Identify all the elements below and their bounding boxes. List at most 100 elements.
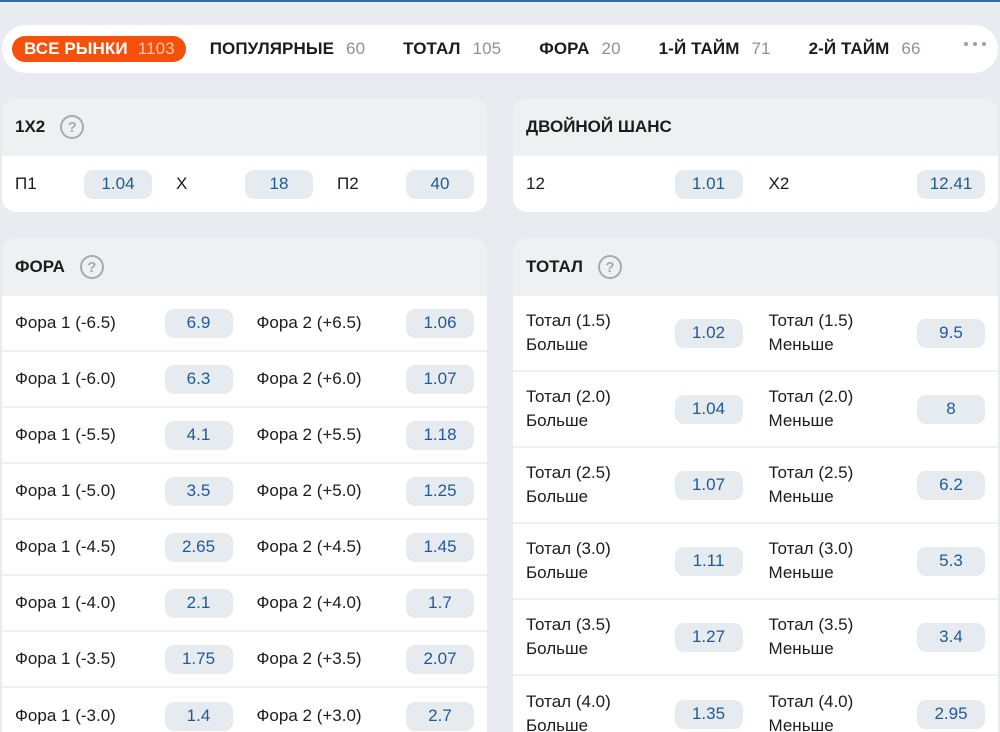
tab-count: 1103 xyxy=(137,39,175,58)
outcome-cell: Тотал (1.5) Больше 1.02 xyxy=(513,296,756,370)
odd-button[interactable]: 4.1 xyxy=(164,420,233,450)
odd-button[interactable]: 1.11 xyxy=(674,546,743,576)
outcome-label: Фора 1 (-5.5) xyxy=(15,425,116,444)
help-icon[interactable]: ? xyxy=(60,115,85,139)
outcome-label: Тотал (1.5) Меньше xyxy=(769,309,854,357)
handicap-rows: Фора 1 (-6.5) 6.9 Фора 2 (+6.5) 1.06 Фора 1 … xyxy=(2,296,487,732)
outcome-label: П1 xyxy=(15,174,37,193)
outcome-label: Фора 2 (+5.0) xyxy=(256,481,362,500)
tab-label: ВСЕ РЫНКИ xyxy=(24,39,128,58)
outcome-line: Тотал (2.5) xyxy=(526,463,611,482)
odd-button[interactable]: 1.45 xyxy=(406,532,474,562)
outcome-label: Фора 2 (+5.5) xyxy=(256,425,362,444)
tab-second-half[interactable]: 2-Й ТАЙМ 66 xyxy=(809,36,921,62)
table-row: Фора 1 (-4.5) 2.65 Фора 2 (+4.5) 1.45 xyxy=(2,520,487,576)
odd-button[interactable]: 5.3 xyxy=(917,546,985,576)
odd-button[interactable]: 6.2 xyxy=(917,470,985,500)
outcome-side: Меньше xyxy=(768,716,834,732)
odd-button[interactable]: 1.27 xyxy=(674,622,743,652)
outcome-cell: П1 1.04 xyxy=(2,156,163,212)
odd-button[interactable]: 1.07 xyxy=(674,470,743,500)
market-total: ТОТАЛ ? Тотал (1.5) Больше 1.02 Тотал (1.5)… xyxy=(513,238,998,732)
odd-button[interactable]: 2.7 xyxy=(406,701,474,731)
table-row: Тотал (1.5) Больше 1.02 Тотал (1.5) Меньше 9.… xyxy=(513,296,998,372)
outcome-cell: Фора 1 (-6.0) 6.3 xyxy=(2,352,246,406)
table-row: Фора 1 (-5.0) 3.5 Фора 2 (+5.0) 1.25 xyxy=(2,464,487,520)
outcome-cell: Фора 2 (+5.0) 1.25 xyxy=(246,464,488,518)
outcome-label: Фора 2 (+3.5) xyxy=(256,649,362,668)
outcome-line: Тотал (4.0) xyxy=(768,692,854,711)
table-row: Тотал (2.0) Больше 1.04 Тотал (2.0) Меньше 8 xyxy=(513,372,998,448)
outcome-label: Фора 1 (-5.0) xyxy=(15,481,116,500)
table-row: Тотал (2.5) Больше 1.07 Тотал (2.5) Меньше 6.… xyxy=(513,448,998,524)
help-icon[interactable]: ? xyxy=(79,255,104,279)
odd-button[interactable]: 1.07 xyxy=(406,364,474,394)
odd-button[interactable]: 2.1 xyxy=(164,588,233,618)
outcome-label: Тотал (4.0) Меньше xyxy=(769,690,854,732)
market-title: ДВОЙНОЙ ШАНС xyxy=(526,117,672,136)
outcome-cell: П2 40 xyxy=(326,156,487,212)
market-header: ТОТАЛ ? xyxy=(513,238,998,296)
outcome-cell: Тотал (3.0) Меньше 5.3 xyxy=(756,524,999,598)
tab-total[interactable]: ТОТАЛ 105 xyxy=(403,36,501,62)
outcome-label: Тотал (3.5) Больше xyxy=(526,613,611,661)
more-dots-icon[interactable] xyxy=(964,42,986,46)
odd-button[interactable]: 1.25 xyxy=(406,476,474,506)
odd-button[interactable]: 1.7 xyxy=(406,588,474,618)
outcome-cell: Фора 1 (-5.5) 4.1 xyxy=(2,408,246,462)
outcome-label: Фора 2 (+4.0) xyxy=(256,593,362,612)
odd-button[interactable]: 40 xyxy=(406,169,474,199)
odd-button[interactable]: 3.4 xyxy=(917,622,985,652)
odd-button[interactable]: 9.5 xyxy=(917,318,985,348)
tab-handicap[interactable]: ФОРА 20 xyxy=(539,36,620,62)
odd-button[interactable]: 18 xyxy=(245,169,313,199)
outcome-row: П1 1.04 X 18 П2 40 xyxy=(2,156,487,212)
outcome-label: Тотал (1.5) Больше xyxy=(526,309,611,357)
odd-button[interactable]: 6.9 xyxy=(164,308,233,338)
tab-count: 20 xyxy=(601,39,621,58)
tab-popular[interactable]: ПОПУЛЯРНЫЕ 60 xyxy=(210,36,365,62)
outcome-side: Больше xyxy=(526,411,589,430)
odd-button[interactable]: 1.06 xyxy=(406,308,474,338)
outcome-line: Тотал (2.5) xyxy=(768,463,854,482)
outcome-label: Фора 1 (-3.0) xyxy=(15,706,116,725)
outcome-line: Тотал (2.0) xyxy=(768,387,854,406)
outcome-cell: Фора 2 (+4.5) 1.45 xyxy=(246,520,488,574)
outcome-line: Тотал (3.0) xyxy=(768,539,854,558)
odd-button[interactable]: 1.01 xyxy=(674,169,743,199)
odd-button[interactable]: 1.04 xyxy=(84,169,152,199)
outcome-label: Тотал (3.0) Больше xyxy=(526,537,611,585)
odd-button[interactable]: 12.41 xyxy=(917,169,985,199)
outcome-label: Фора 2 (+6.0) xyxy=(256,369,362,388)
tab-all-markets[interactable]: ВСЕ РЫНКИ 1103 xyxy=(12,36,186,62)
odd-button[interactable]: 2.95 xyxy=(917,699,985,729)
outcome-label: 12 xyxy=(526,174,545,193)
outcome-cell: Фора 2 (+4.0) 1.7 xyxy=(246,576,488,630)
outcome-cell: Фора 1 (-3.0) 1.4 xyxy=(2,688,246,732)
odd-button[interactable]: 1.18 xyxy=(406,420,474,450)
table-row: Тотал (3.5) Больше 1.27 Тотал (3.5) Меньше 3.… xyxy=(513,600,998,676)
odd-button[interactable]: 1.02 xyxy=(674,318,743,348)
outcome-cell: Тотал (3.5) Больше 1.27 xyxy=(513,600,756,674)
odd-button[interactable]: 2.65 xyxy=(164,532,233,562)
odd-button[interactable]: 8 xyxy=(917,394,985,424)
table-row: Фора 1 (-3.5) 1.75 Фора 2 (+3.5) 2.07 xyxy=(2,632,487,688)
tab-first-half[interactable]: 1-Й ТАЙМ 71 xyxy=(659,36,771,62)
help-icon[interactable]: ? xyxy=(597,255,622,279)
odd-button[interactable]: 1.75 xyxy=(164,644,233,674)
odd-button[interactable]: 1.35 xyxy=(674,699,743,729)
outcome-line: Тотал (3.5) xyxy=(526,615,611,634)
odd-button[interactable]: 6.3 xyxy=(164,364,233,394)
outcome-label: Тотал (3.0) Меньше xyxy=(769,537,854,585)
market-title: ФОРА xyxy=(15,257,65,276)
tab-label: 2-Й ТАЙМ xyxy=(808,39,890,58)
odd-button[interactable]: 3.5 xyxy=(164,476,233,506)
odd-button[interactable]: 1.4 xyxy=(164,701,233,731)
market-handicap: ФОРА ? Фора 1 (-6.5) 6.9 Фора 2 (+6.5) 1.06… xyxy=(2,238,487,732)
outcome-label: П2 xyxy=(337,174,359,193)
outcome-label: Фора 2 (+3.0) xyxy=(256,706,362,725)
odd-button[interactable]: 2.07 xyxy=(406,644,474,674)
outcome-line: Тотал (1.5) xyxy=(526,311,611,330)
odd-button[interactable]: 1.04 xyxy=(674,394,743,424)
outcome-label: Тотал (2.0) Больше xyxy=(526,385,611,433)
